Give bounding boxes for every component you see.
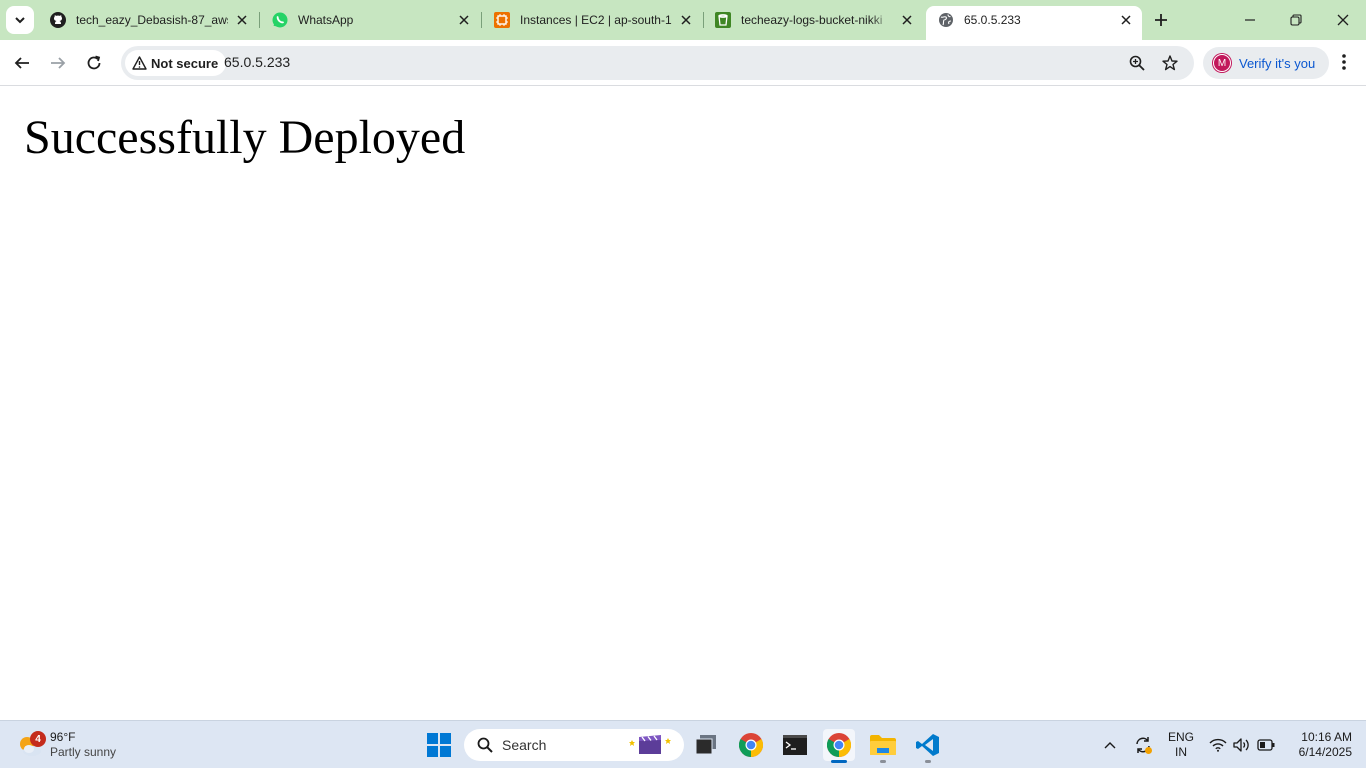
address-bar[interactable]: Not secure 65.0.5.233	[121, 46, 1194, 80]
task-view-button[interactable]	[690, 729, 722, 761]
verify-profile-button[interactable]: M Verify it's you	[1203, 47, 1330, 79]
close-icon	[1337, 14, 1349, 26]
tab-ec2-instances[interactable]: Instances | EC2 | ap-south-1	[482, 6, 702, 34]
tab-strip: tech_eazy_Debasish-87_aws_ WhatsApp Inst…	[0, 0, 1366, 40]
weather-widget[interactable]: 4 96°F Partly sunny	[16, 727, 116, 763]
clock-time: 10:16 AM	[1301, 730, 1352, 744]
language-region: IN	[1175, 745, 1187, 759]
arrow-right-icon	[51, 57, 66, 69]
clock-date: 6/14/2025	[1298, 745, 1352, 759]
url-text[interactable]: 65.0.5.233	[224, 54, 290, 70]
weather-sun-cloud-icon: 4	[16, 731, 46, 759]
avatar: M	[1213, 54, 1231, 72]
running-indicator	[831, 760, 847, 763]
sync-icon	[1136, 737, 1152, 754]
minimize-button[interactable]	[1238, 8, 1262, 32]
minimize-icon	[1245, 19, 1255, 21]
back-button[interactable]	[8, 49, 36, 77]
terminal-icon	[783, 735, 807, 755]
whatsapp-icon	[272, 12, 288, 28]
forward-button[interactable]	[44, 49, 72, 77]
running-indicator	[925, 760, 931, 763]
tab-title: tech_eazy_Debasish-87_aws_	[76, 13, 228, 27]
battery-status[interactable]	[1256, 731, 1276, 759]
language-code: ENG	[1167, 730, 1194, 744]
tab-title: WhatsApp	[298, 13, 354, 27]
search-placeholder: Search	[502, 737, 547, 753]
aws-s3-icon	[715, 12, 731, 28]
chrome-icon	[739, 733, 763, 757]
battery-icon	[1257, 739, 1275, 751]
browser-menu-button[interactable]	[1332, 50, 1356, 74]
tab-whatsapp[interactable]: WhatsApp	[260, 6, 480, 34]
page-heading: Successfully Deployed	[24, 111, 466, 164]
warning-icon	[131, 55, 147, 71]
close-icon[interactable]	[234, 12, 250, 28]
taskbar-terminal-app[interactable]	[779, 729, 811, 761]
folder-icon	[870, 735, 896, 755]
globe-icon	[938, 12, 954, 28]
wifi-icon	[1209, 738, 1227, 752]
running-indicator	[880, 760, 886, 763]
taskbar-search[interactable]: Search	[464, 729, 684, 761]
tab-search-button[interactable]	[6, 6, 34, 34]
taskbar-chrome-app[interactable]	[735, 729, 767, 761]
volume-status[interactable]	[1232, 731, 1252, 759]
chevron-up-icon	[1104, 742, 1116, 749]
chevron-down-icon	[15, 17, 25, 24]
restore-icon	[1290, 14, 1302, 26]
zoom-icon[interactable]	[1128, 54, 1146, 72]
security-label: Not secure	[151, 55, 219, 71]
web-page: Successfully Deployed	[0, 87, 1366, 720]
task-view-icon	[695, 735, 716, 755]
taskbar-vscode-app[interactable]	[912, 729, 944, 763]
speaker-icon	[1233, 738, 1249, 752]
reload-button[interactable]	[80, 49, 108, 77]
new-tab-button[interactable]	[1150, 9, 1172, 31]
close-icon[interactable]	[456, 12, 472, 28]
taskbar-file-explorer-app[interactable]	[867, 729, 899, 763]
arrow-left-icon	[14, 57, 29, 69]
vscode-icon	[916, 734, 939, 756]
close-window-button[interactable]	[1331, 8, 1355, 32]
language-indicator[interactable]: ENG IN	[1166, 730, 1196, 760]
windows-logo-icon	[427, 733, 451, 757]
restore-button[interactable]	[1284, 8, 1308, 32]
security-chip[interactable]: Not secure	[125, 50, 227, 76]
tab-title: 65.0.5.233	[964, 13, 1021, 27]
tab-active-site[interactable]: 65.0.5.233	[926, 6, 1142, 40]
close-icon[interactable]	[1118, 12, 1134, 28]
sync-status-button[interactable]	[1131, 731, 1155, 759]
plus-icon	[1155, 14, 1167, 26]
search-icon	[476, 736, 494, 754]
taskbar-chrome-active-app[interactable]	[823, 729, 855, 763]
search-highlight-clapperboard-icon	[628, 734, 674, 759]
chrome-icon	[827, 733, 851, 757]
show-hidden-icons-button[interactable]	[1100, 731, 1120, 759]
aws-ec2-icon	[494, 12, 510, 28]
tab-github[interactable]: tech_eazy_Debasish-87_aws_	[38, 6, 258, 34]
system-clock[interactable]: 10:16 AM 6/14/2025	[1282, 730, 1352, 760]
verify-label: Verify it's you	[1239, 55, 1316, 71]
tab-title: Instances | EC2 | ap-south-1	[520, 13, 672, 27]
weather-condition: Partly sunny	[50, 745, 117, 759]
close-icon[interactable]	[899, 12, 915, 28]
weather-badge: 4	[30, 731, 46, 747]
wifi-status[interactable]	[1208, 731, 1228, 759]
tab-s3-bucket[interactable]: techeazy-logs-bucket-nikki	[703, 6, 923, 34]
windows-taskbar: 4 96°F Partly sunny Search ENG IN 10:16 …	[0, 720, 1366, 768]
weather-temperature: 96°F	[50, 730, 76, 744]
close-icon[interactable]	[678, 12, 694, 28]
start-button[interactable]	[423, 729, 455, 761]
bookmark-star-icon[interactable]	[1161, 54, 1179, 72]
more-vertical-icon	[1342, 54, 1346, 70]
browser-toolbar: Not secure 65.0.5.233 M Verify it's you	[0, 40, 1366, 86]
reload-icon	[87, 55, 101, 70]
tab-title: techeazy-logs-bucket-nikki	[741, 13, 883, 27]
github-icon	[50, 12, 66, 28]
